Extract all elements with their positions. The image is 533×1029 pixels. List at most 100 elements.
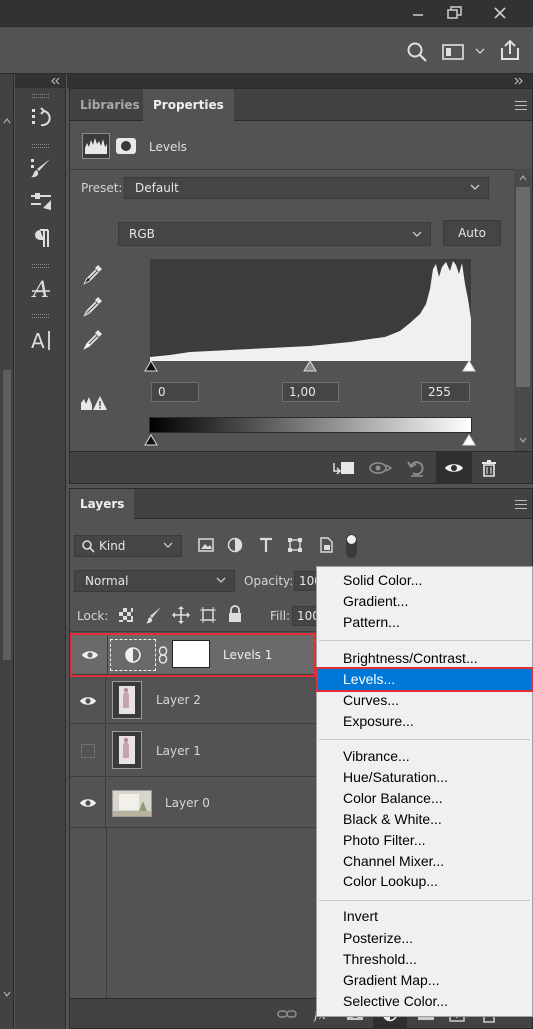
blend-mode-dropdown[interactable]: Normal [74, 570, 235, 592]
lock-pixels-icon[interactable] [146, 606, 162, 624]
adjustment-filter-icon[interactable] [227, 537, 243, 553]
reset-icon[interactable] [407, 459, 427, 477]
menu-item-gradient-map[interactable]: Gradient Map... [318, 970, 531, 991]
chevron-up-icon[interactable] [3, 118, 11, 124]
chevron-down-icon[interactable] [475, 47, 485, 55]
trash-icon[interactable] [481, 459, 497, 477]
workspace-icon[interactable] [442, 43, 466, 61]
scrollbar-thumb[interactable] [516, 187, 530, 387]
input-black-field[interactable]: 0 [151, 382, 199, 402]
visibility-toggle[interactable] [70, 778, 106, 828]
expand-icon[interactable] [514, 77, 524, 85]
type-filter-icon[interactable] [258, 537, 274, 553]
lock-all-icon[interactable] [228, 605, 242, 623]
character-icon[interactable]: A [27, 326, 55, 354]
menu-item-color-lookup[interactable]: Color Lookup... [318, 871, 531, 892]
lock-artboard-icon[interactable] [199, 606, 217, 624]
tab-libraries[interactable]: Libraries [70, 89, 150, 121]
collapse-icon[interactable] [50, 77, 60, 85]
layer-row-layer-1[interactable]: Layer 1 [70, 725, 316, 777]
close-window-button[interactable] [480, 0, 520, 26]
black-point-eyedropper-icon[interactable] [82, 263, 104, 285]
menu-item-levels[interactable]: Levels... [316, 667, 533, 692]
menu-item-selective-color[interactable]: Selective Color... [318, 991, 531, 1012]
menu-item-curves[interactable]: Curves... [318, 690, 531, 711]
tab-properties[interactable]: Properties [143, 89, 234, 121]
share-icon[interactable] [499, 39, 521, 61]
menu-item-gradient[interactable]: Gradient... [318, 591, 531, 612]
menu-item-hue-saturation[interactable]: Hue/Saturation... [318, 767, 531, 788]
clip-to-layer-icon[interactable] [332, 460, 356, 476]
input-white-field[interactable]: 255 [421, 382, 470, 402]
auto-button[interactable]: Auto [443, 220, 501, 246]
gray-point-eyedropper-icon[interactable] [82, 295, 104, 317]
layer-row-levels-1[interactable]: Levels 1 [70, 633, 316, 677]
layer-thumbnail[interactable] [112, 681, 142, 719]
white-point-eyedropper-icon[interactable] [82, 328, 104, 350]
layer-row-layer-2[interactable]: Layer 2 [70, 677, 316, 724]
menu-item-posterize[interactable]: Posterize... [318, 928, 531, 949]
restore-button[interactable] [437, 0, 473, 26]
gamma-input-slider[interactable] [303, 360, 317, 372]
channel-dropdown[interactable]: RGB [118, 222, 431, 246]
chevron-down-icon[interactable] [3, 991, 11, 997]
pixel-filter-icon[interactable] [198, 538, 214, 552]
view-previous-icon[interactable] [369, 460, 393, 476]
minimize-button[interactable] [403, 0, 433, 26]
chain-link-icon[interactable] [158, 646, 168, 664]
search-icon[interactable] [406, 41, 428, 63]
fill-field[interactable]: 100 [292, 606, 318, 626]
menu-item-channel-mixer[interactable]: Channel Mixer... [318, 851, 531, 872]
visibility-toggle[interactable] [70, 725, 106, 777]
link-layers-icon[interactable] [277, 1008, 297, 1020]
white-input-slider[interactable] [462, 360, 476, 372]
menu-item-invert[interactable]: Invert [318, 906, 531, 927]
layer-thumbnail[interactable] [112, 731, 142, 769]
lock-position-icon[interactable] [172, 606, 190, 624]
panel-menu-icon[interactable] [515, 101, 527, 110]
paragraph-icon[interactable] [27, 224, 55, 252]
menu-item-pattern[interactable]: Pattern... [318, 612, 531, 633]
glyphs-icon[interactable]: A [27, 275, 55, 303]
scrollbar-thumb[interactable] [3, 370, 11, 660]
menu-item-brightness-contrast[interactable]: Brightness/Contrast... [318, 648, 531, 669]
smart-object-filter-icon[interactable] [318, 537, 334, 553]
menu-item-photo-filter[interactable]: Photo Filter... [318, 830, 531, 851]
tab-layers[interactable]: Layers [70, 489, 135, 519]
input-gamma-field[interactable]: 1,00 [282, 382, 339, 402]
properties-scrollbar[interactable] [514, 169, 532, 451]
brush-settings-icon[interactable] [27, 188, 55, 216]
toggle-visibility-button[interactable] [436, 452, 472, 484]
chevron-down-icon[interactable] [519, 437, 527, 443]
shape-filter-icon[interactable] [287, 537, 303, 553]
grip[interactable] [32, 314, 49, 318]
menu-item-solid-color[interactable]: Solid Color... [318, 570, 531, 591]
levels-adjustment-icon[interactable] [82, 133, 110, 159]
black-output-slider[interactable] [144, 434, 158, 446]
black-input-slider[interactable] [144, 360, 158, 372]
menu-item-vibrance[interactable]: Vibrance... [318, 746, 531, 767]
clipping-warning-icon[interactable] [80, 395, 108, 411]
grip[interactable] [32, 144, 49, 148]
grip[interactable] [32, 94, 49, 98]
mask-icon[interactable] [113, 134, 139, 158]
visibility-toggle[interactable] [70, 677, 106, 724]
brush-icon[interactable] [27, 154, 55, 182]
adjustment-layer-thumbnail[interactable] [110, 639, 156, 671]
white-output-slider[interactable] [462, 434, 476, 446]
layer-row-layer-0[interactable]: Layer 0 [70, 778, 316, 828]
grip[interactable] [32, 264, 49, 268]
preset-dropdown[interactable]: Default [124, 177, 489, 199]
menu-item-threshold[interactable]: Threshold... [318, 949, 531, 970]
panel-menu-icon[interactable] [515, 500, 527, 509]
filter-kind-dropdown[interactable]: Kind [74, 535, 182, 557]
chevron-up-icon[interactable] [519, 175, 527, 181]
layer-thumbnail[interactable] [112, 790, 152, 817]
menu-item-exposure[interactable]: Exposure... [318, 711, 531, 732]
lock-transparency-icon[interactable] [119, 608, 133, 622]
menu-item-black-white[interactable]: Black & White... [318, 809, 531, 830]
visibility-toggle[interactable] [72, 635, 108, 675]
history-icon[interactable] [27, 103, 55, 131]
filter-toggle[interactable] [346, 534, 357, 558]
layer-mask-thumbnail[interactable] [172, 640, 210, 668]
